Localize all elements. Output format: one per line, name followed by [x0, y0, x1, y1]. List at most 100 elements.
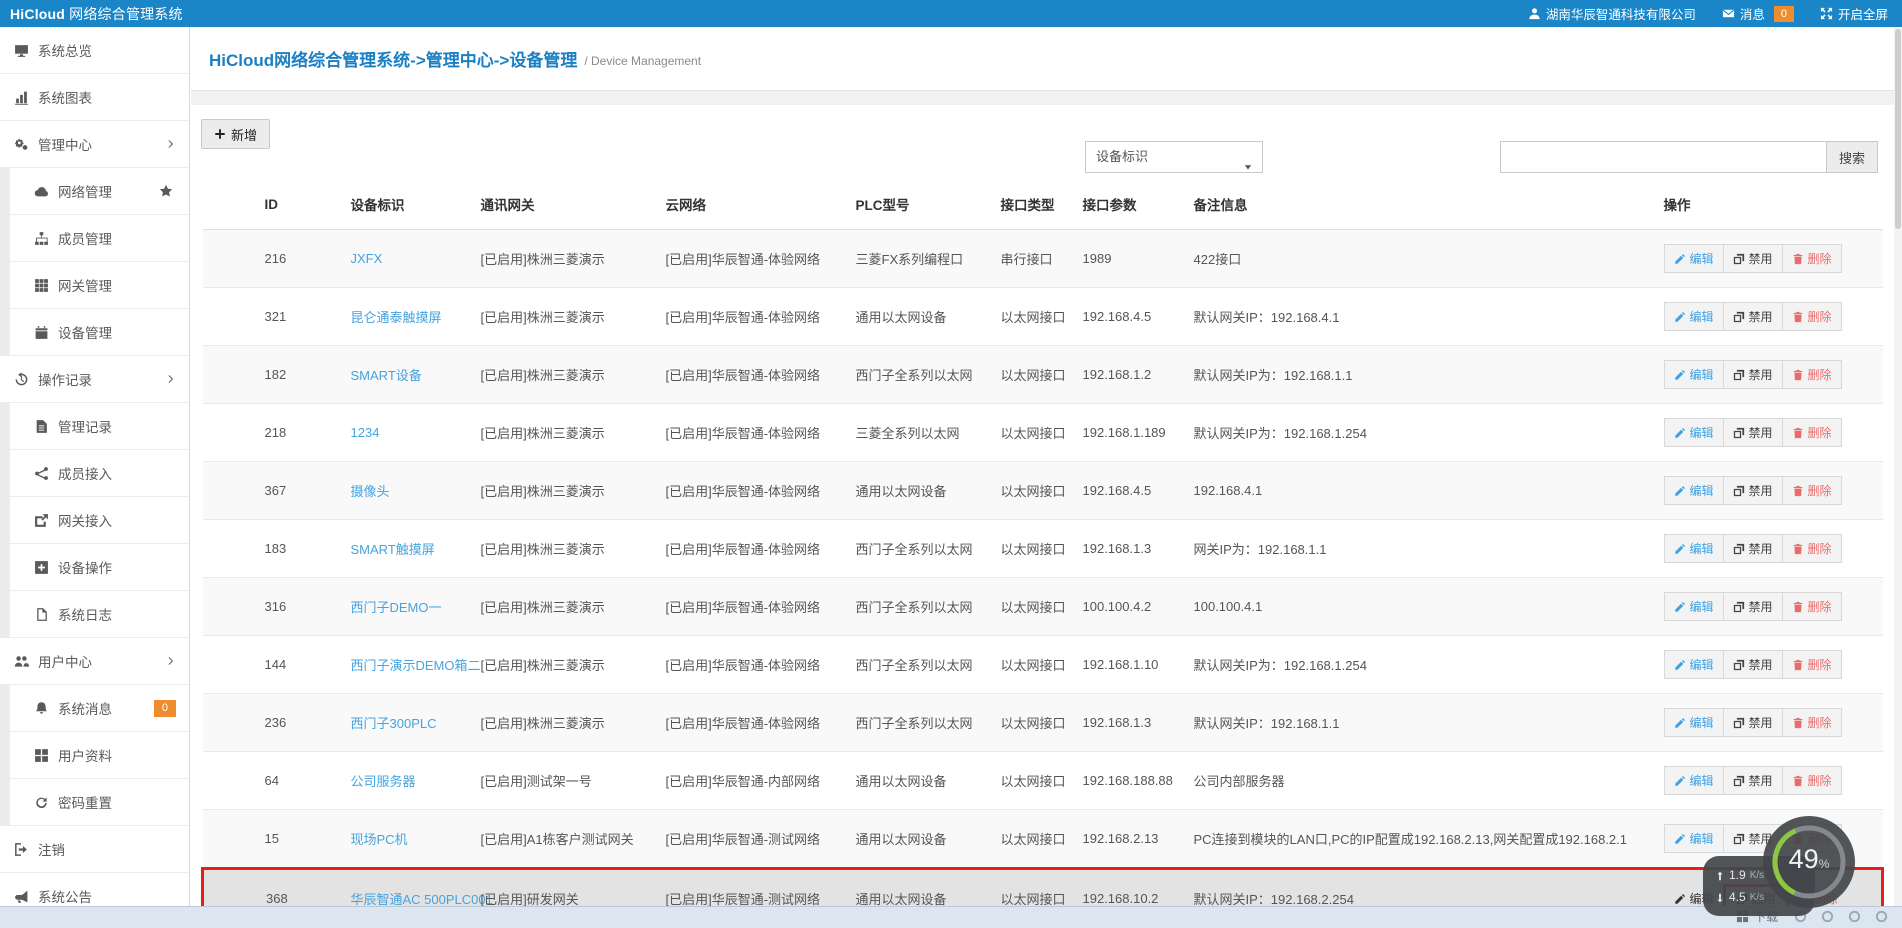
sidebar-item[interactable]: 系统总览	[0, 27, 189, 74]
sidebar-item[interactable]: 密码重置	[0, 779, 189, 826]
sidebar-item[interactable]: 操作记录	[0, 356, 189, 403]
delete-button[interactable]: 删除	[1782, 476, 1842, 505]
delete-button[interactable]: 删除	[1782, 302, 1842, 331]
sidebar-item-label: 网关管理	[58, 275, 112, 295]
sidebar-item[interactable]: 系统日志	[0, 591, 189, 638]
edit-button[interactable]: 编辑	[1664, 824, 1724, 853]
add-device-button[interactable]: 新增	[201, 119, 270, 149]
browser-status-bar: 下载	[0, 906, 1902, 928]
sidebar-item[interactable]: 注销	[0, 826, 189, 873]
edit-button[interactable]: 编辑	[1664, 708, 1724, 737]
device-name-link[interactable]: 西门子演示DEMO箱二	[351, 658, 481, 673]
device-name-link[interactable]: SMART设备	[351, 368, 422, 383]
fullscreen-toggle[interactable]: 开启全屏	[1820, 4, 1888, 23]
enable-disable-button[interactable]: 禁用	[1723, 302, 1783, 331]
enable-disable-button[interactable]: 禁用	[1723, 708, 1783, 737]
device-name-link[interactable]: 1234	[351, 425, 380, 440]
delete-button[interactable]: 删除	[1782, 244, 1842, 273]
sidebar-item[interactable]: 管理记录	[0, 403, 189, 450]
enable-disable-button[interactable]: 禁用	[1723, 650, 1783, 679]
enable-disable-button[interactable]: 禁用	[1723, 766, 1783, 795]
delete-button[interactable]: 删除	[1782, 650, 1842, 679]
delete-button[interactable]: 删除	[1782, 766, 1842, 795]
breadcrumb: HiCloud网络综合管理系统->管理中心->设备管理 / Device Man…	[191, 27, 1902, 91]
enable-disable-button[interactable]: 禁用	[1723, 534, 1783, 563]
delete-button[interactable]: 删除	[1782, 592, 1842, 621]
sidebar-item[interactable]: 设备管理	[0, 309, 189, 356]
delete-button[interactable]: 删除	[1782, 708, 1842, 737]
enable-disable-button[interactable]: 禁用	[1723, 476, 1783, 505]
edit-button[interactable]: 编辑	[1664, 302, 1724, 331]
delete-button[interactable]: 删除	[1782, 360, 1842, 389]
cell-cloud-network: [已启用]华辰智通-测试网络	[658, 810, 848, 869]
sidebar-item[interactable]: 系统消息 0	[0, 685, 189, 732]
device-name-link[interactable]: 西门子DEMO一	[351, 600, 442, 615]
delete-button[interactable]: 删除	[1782, 418, 1842, 447]
table-row: 15 现场PC机 [已启用]A1栋客户测试网关 [已启用]华辰智通-测试网络 通…	[203, 810, 1883, 869]
delete-button[interactable]: 删除	[1782, 534, 1842, 563]
messages-count-badge: 0	[1774, 6, 1794, 22]
company-menu[interactable]: 湖南华辰智通科技有限公司	[1528, 4, 1696, 23]
ring-icon[interactable]	[1821, 910, 1834, 923]
edit-button[interactable]: 编辑	[1664, 476, 1724, 505]
device-name-link[interactable]: 西门子300PLC	[351, 716, 437, 731]
enable-disable-button[interactable]: 禁用	[1723, 418, 1783, 447]
device-name-link[interactable]: 现场PC机	[351, 832, 408, 847]
messages-menu[interactable]: 消息 0	[1722, 4, 1794, 23]
pencil-icon	[1674, 775, 1686, 787]
search-input[interactable]	[1500, 141, 1826, 173]
cell-device-name: 摄像头	[343, 462, 473, 520]
clone-icon	[1733, 543, 1745, 555]
sidebar-item[interactable]: 用户资料	[0, 732, 189, 779]
edit-button[interactable]: 编辑	[1664, 360, 1724, 389]
sidebar-item[interactable]: 设备操作	[0, 544, 189, 591]
trash-icon	[1792, 253, 1804, 265]
edit-button[interactable]: 编辑	[1664, 534, 1724, 563]
toggle-label: 禁用	[1749, 308, 1773, 325]
filter-field-select[interactable]: 设备标识	[1085, 141, 1263, 173]
brand-bold: HiCloud	[10, 6, 65, 22]
star-icon	[159, 184, 173, 198]
sidebar-item[interactable]: 用户中心	[0, 638, 189, 685]
device-name-link[interactable]: 公司服务器	[351, 774, 416, 789]
device-name-link[interactable]: SMART触摸屏	[351, 542, 435, 557]
sidebar-item[interactable]: 成员接入	[0, 450, 189, 497]
edit-button[interactable]: 编辑	[1664, 592, 1724, 621]
edit-button[interactable]: 编辑	[1664, 650, 1724, 679]
sidebar-item[interactable]: 成员管理	[0, 215, 189, 262]
search-group: 搜索	[1500, 141, 1878, 173]
sidebar-item[interactable]: 网关接入	[0, 497, 189, 544]
cell-interface-param: 192.168.1.3	[1075, 694, 1186, 752]
sidebar-item[interactable]: 网关管理	[0, 262, 189, 309]
sidebar-item[interactable]: 系统图表	[0, 74, 189, 121]
enable-disable-button[interactable]: 禁用	[1723, 360, 1783, 389]
clone-icon	[1733, 311, 1745, 323]
ring-icon[interactable]	[1848, 910, 1861, 923]
device-name-link[interactable]: 华辰智通AC 500PLC001	[351, 892, 493, 906]
sidebar-item[interactable]: 管理中心	[0, 121, 189, 168]
pencil-icon	[1674, 893, 1686, 905]
chevron-right-icon	[166, 656, 176, 666]
edit-button[interactable]: 编辑	[1664, 766, 1724, 795]
memory-usage-gauge[interactable]: 49%	[1763, 816, 1855, 908]
search-button[interactable]: 搜索	[1826, 141, 1878, 173]
device-name-link[interactable]: 摄像头	[351, 484, 390, 499]
enable-disable-button[interactable]: 禁用	[1723, 592, 1783, 621]
ring-icon[interactable]	[1875, 910, 1888, 923]
edit-button[interactable]: 编辑	[1664, 244, 1724, 273]
trash-icon	[1792, 775, 1804, 787]
edit-label: 编辑	[1690, 366, 1714, 383]
cell-remark: 422接口	[1186, 230, 1656, 288]
enable-disable-button[interactable]: 禁用	[1723, 244, 1783, 273]
device-name-link[interactable]: JXFX	[351, 251, 383, 266]
sidebar-item[interactable]: 网络管理	[0, 168, 189, 215]
edit-button[interactable]: 编辑	[1664, 418, 1724, 447]
delete-label: 删除	[1808, 424, 1832, 441]
scrollbar-thumb[interactable]	[1895, 29, 1901, 229]
device-table: ID 设备标识 通讯网关 云网络 PLC型号 接口类型 接口参数 备注信息 操作…	[201, 179, 1884, 906]
action-button-group: 编辑 禁用 删除	[1664, 708, 1875, 737]
sidebar-item-icon	[14, 372, 29, 387]
device-name-link[interactable]: 昆仑通泰触摸屏	[351, 310, 442, 325]
cell-interface-param: 192.168.2.13	[1075, 810, 1186, 869]
cell-device-name: 公司服务器	[343, 752, 473, 810]
